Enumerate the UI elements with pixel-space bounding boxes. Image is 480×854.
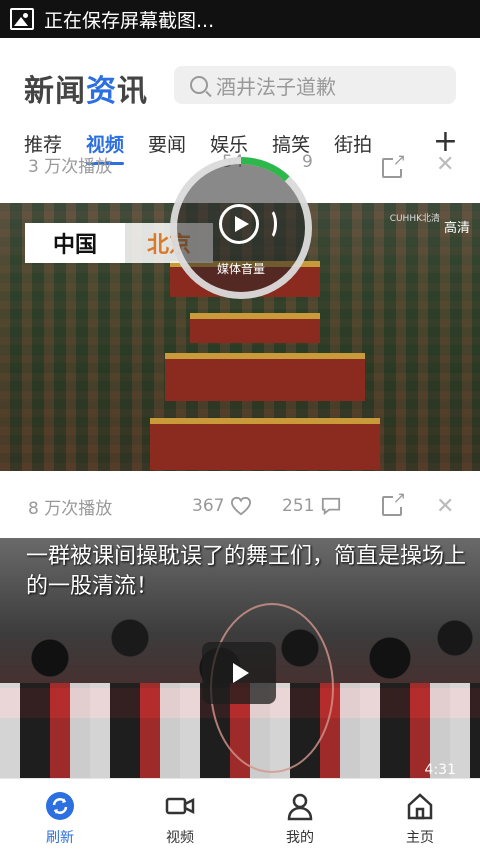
close-icon[interactable]: ✕	[436, 152, 454, 177]
play-button[interactable]	[202, 642, 276, 704]
channel-watermark: CUHHK北清	[389, 214, 440, 224]
app-header: 新闻资讯 酒井法子道歉	[0, 38, 480, 128]
share-icon[interactable]	[382, 150, 406, 178]
comment-button[interactable]: 251	[282, 496, 342, 516]
search-box[interactable]: 酒井法子道歉	[174, 66, 456, 104]
video-player-2[interactable]: 一群被课间操耽误了的舞王们，简直是操场上的一股清流！ 4:31	[0, 538, 480, 778]
user-icon	[287, 793, 313, 821]
hd-badge: 高清	[443, 221, 470, 236]
palace-building	[190, 313, 320, 343]
comment-count: 251	[282, 496, 315, 516]
video-camera-icon	[165, 797, 195, 815]
status-text: 正在保存屏幕截图...	[44, 9, 215, 32]
comment-icon	[320, 496, 342, 516]
nav-refresh[interactable]: 刷新	[0, 779, 120, 854]
home-icon	[407, 793, 433, 820]
refresh-icon	[46, 792, 74, 820]
nav-label: 刷新	[46, 830, 74, 846]
status-bar: 正在保存屏幕截图...	[0, 0, 480, 38]
media-volume-overlay: 媒体音量	[170, 157, 312, 299]
like-count: 367	[192, 496, 225, 516]
palace-building	[150, 418, 380, 470]
like-button[interactable]: 367	[192, 496, 252, 516]
nav-label: 主页	[406, 830, 434, 846]
nav-video[interactable]: 视频	[120, 779, 240, 854]
app-logo: 新闻资讯	[24, 66, 148, 110]
video-duration: 4:31	[424, 762, 456, 778]
play-count: 3 万次播放	[28, 157, 113, 177]
video-title: 一群被课间操耽误了的舞王们，简直是操场上的一股清流！	[26, 544, 467, 599]
nav-home[interactable]: 主页	[360, 779, 480, 854]
play-count: 8 万次播放	[28, 498, 113, 519]
heart-icon	[230, 496, 252, 516]
close-icon[interactable]: ✕	[436, 494, 454, 519]
nav-mine[interactable]: 我的	[240, 779, 360, 854]
nav-label: 我的	[286, 830, 314, 846]
palace-building	[165, 353, 365, 401]
video-1-meta: 8 万次播放 367 251 ✕	[0, 484, 480, 528]
logo-text-1: 新闻	[24, 74, 86, 109]
search-icon	[190, 76, 208, 94]
logo-text-3: 讯	[117, 74, 148, 109]
nav-label: 视频	[166, 830, 194, 846]
location-country: 中国	[25, 223, 126, 263]
image-icon	[10, 8, 34, 30]
logo-text-2: 资	[86, 74, 117, 109]
search-placeholder: 酒井法子道歉	[216, 74, 336, 99]
volume-label: 媒体音量	[216, 262, 265, 276]
speaker-waves-icon	[261, 208, 277, 240]
share-icon[interactable]	[382, 488, 406, 516]
bottom-navigation: 刷新 视频 我的 主页	[0, 778, 480, 854]
play-icon	[219, 204, 259, 244]
